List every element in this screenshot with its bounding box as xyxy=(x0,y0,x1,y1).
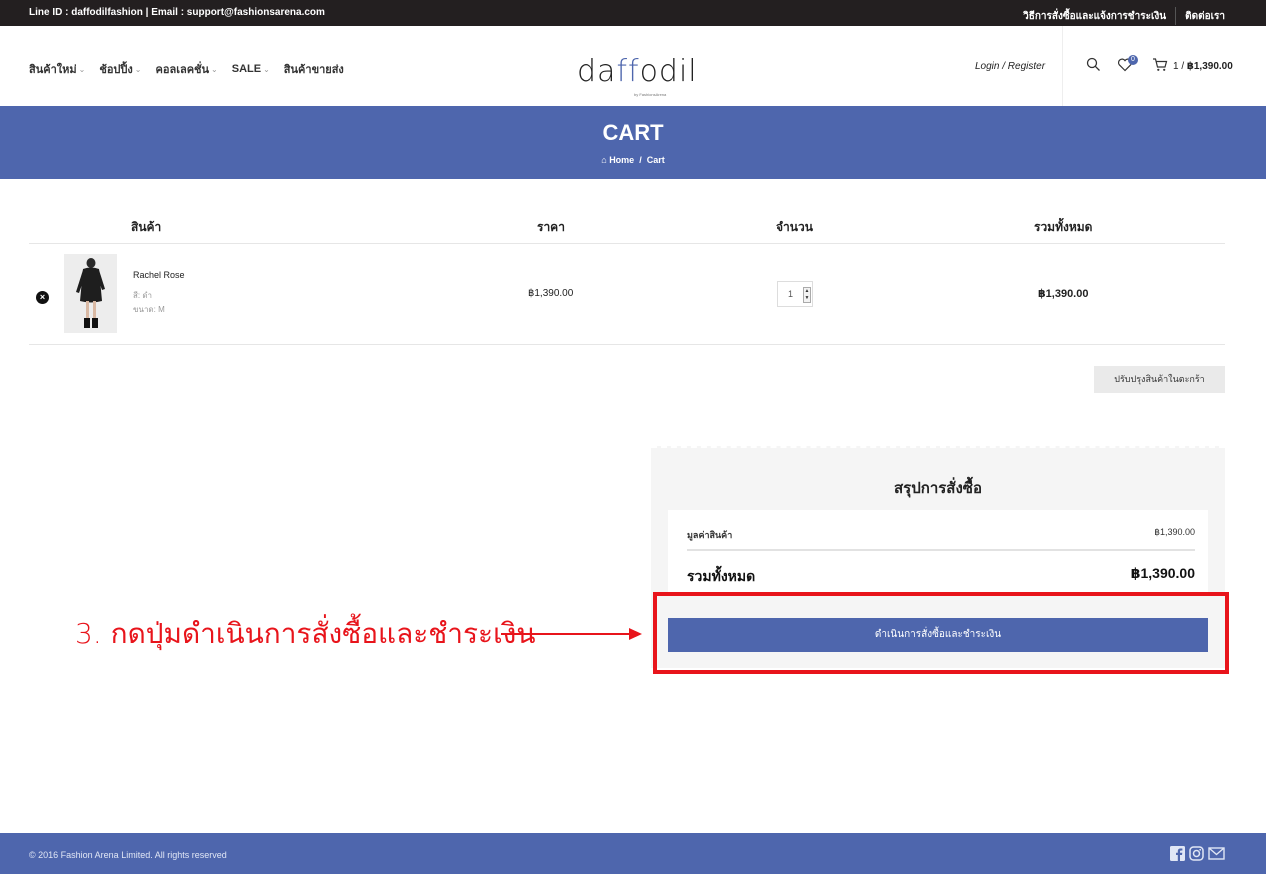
logo-part: ff xyxy=(616,54,640,89)
quantity-value[interactable]: 1 xyxy=(788,289,793,299)
quantity-stepper[interactable]: 1 ▲ ▼ xyxy=(777,281,813,307)
contact-info: Line ID : daffodilfashion | Email : supp… xyxy=(29,7,325,18)
table-row: × Rachel Rose สี: ดำ ขนาด: M ฿1,390.00 1… xyxy=(29,244,1225,345)
grand-total-value: ฿1,390.00 xyxy=(1130,565,1195,581)
logo-part: odil xyxy=(639,54,698,89)
header-total: รวมทั้งหมด xyxy=(1034,220,1093,234)
contact-us-link[interactable]: ติดต่อเรา xyxy=(1185,9,1225,24)
highlight-box xyxy=(653,592,1229,674)
annotation-arrow-line xyxy=(501,633,639,635)
cart-icon[interactable] xyxy=(1152,57,1168,77)
top-bar: Line ID : daffodilfashion | Email : supp… xyxy=(0,0,1266,26)
nav-item-shopping[interactable]: ช้อปปิ้ง ⌄ xyxy=(99,60,141,78)
page-banner: CART ⌂ Home / Cart xyxy=(0,106,1266,179)
product-price: ฿1,390.00 xyxy=(528,288,574,299)
product-size: ขนาด: M xyxy=(133,305,165,314)
summary-title: สรุปการสั่งซื้อ xyxy=(894,480,982,497)
subtotal-row: มูลค่าสินค้า ฿1,390.00 xyxy=(687,510,1195,551)
quantity-spinner[interactable]: ▲ ▼ xyxy=(803,287,811,303)
line-total: ฿1,390.00 xyxy=(1038,288,1089,300)
breadcrumb-current: Cart xyxy=(646,155,665,165)
nav-label: ช้อปปิ้ง xyxy=(99,64,133,76)
breadcrumb-separator: / xyxy=(639,155,642,165)
subtotal-label: มูลค่าสินค้า xyxy=(687,530,733,540)
cart-count: 1 / xyxy=(1173,61,1185,72)
nav-label: คอลเลคชั่น xyxy=(155,64,210,76)
wishlist-count-badge: 0 xyxy=(1128,55,1138,65)
home-icon: ⌂ xyxy=(601,155,607,165)
instagram-icon[interactable] xyxy=(1189,846,1204,866)
remove-item-icon[interactable]: × xyxy=(36,291,49,304)
logo-byline: by FashionsArena xyxy=(634,92,667,97)
chevron-down-icon: ⌄ xyxy=(211,64,218,74)
login-register-link[interactable]: Login / Register xyxy=(975,61,1045,72)
decrement-icon[interactable]: ▼ xyxy=(804,295,810,302)
site-logo[interactable]: daffodil by FashionsArena xyxy=(577,34,697,98)
breadcrumb-home[interactable]: Home xyxy=(609,155,634,165)
nav-label: SALE xyxy=(231,63,262,75)
main-nav: สินค้าใหม่ ⌄ ช้อปปิ้ง ⌄ คอลเลคชั่น ⌄ SALE ⌄ … xyxy=(29,60,358,78)
site-header: สินค้าใหม่ ⌄ ช้อปปิ้ง ⌄ คอลเลคชั่น ⌄ SALE ⌄ … xyxy=(0,26,1266,106)
cart-summary[interactable]: 1 / ฿1,390.00 xyxy=(1173,61,1233,72)
nav-item-new[interactable]: สินค้าใหม่ ⌄ xyxy=(29,60,85,78)
how-to-order-link[interactable]: วิธีการสั่งซื้อและแจ้งการชำระเงิน xyxy=(1023,9,1166,24)
header-price: ราคา xyxy=(537,220,565,234)
product-thumbnail[interactable] xyxy=(64,254,117,333)
nav-item-wholesale[interactable]: สินค้าขายส่ง xyxy=(284,60,344,78)
cart-table-header: สินค้า ราคา จำนวน รวมทั้งหมด xyxy=(29,216,1225,244)
chevron-down-icon: ⌄ xyxy=(78,64,86,74)
arrow-right-icon xyxy=(629,628,642,640)
mail-icon[interactable] xyxy=(1208,846,1225,866)
product-color: สี: ดำ xyxy=(133,291,153,300)
search-icon[interactable] xyxy=(1086,57,1101,77)
nav-label: สินค้าใหม่ xyxy=(29,64,77,76)
instruction-annotation: 3. กดปุ่มดำเนินการสั่งซื้อและชำระเงิน xyxy=(75,617,536,650)
header-quantity: จำนวน xyxy=(776,220,813,234)
divider xyxy=(1175,7,1177,25)
nav-label: สินค้าขายส่ง xyxy=(283,64,344,76)
chevron-down-icon: ⌄ xyxy=(134,64,142,74)
cart-total: ฿1,390.00 xyxy=(1186,61,1233,72)
page-title: CART xyxy=(602,120,664,145)
nav-item-collection[interactable]: คอลเลคชั่น ⌄ xyxy=(155,60,217,78)
logo-wordmark: daffodil xyxy=(577,54,698,89)
chevron-down-icon: ⌄ xyxy=(263,64,270,74)
summary-box: มูลค่าสินค้า ฿1,390.00 รวมทั้งหมด ฿1,390… xyxy=(668,510,1208,592)
site-footer: © 2016 Fashion Arena Limited. All rights… xyxy=(0,833,1266,874)
nav-item-sale[interactable]: SALE ⌄ xyxy=(232,60,270,78)
product-name[interactable]: Rachel Rose xyxy=(133,270,185,280)
subtotal-value: ฿1,390.00 xyxy=(1154,527,1195,537)
logo-part: da xyxy=(577,54,617,89)
update-cart-button[interactable]: ปรับปรุงสินค้าในตะกร้า xyxy=(1094,366,1225,393)
header-product: สินค้า xyxy=(131,220,162,234)
increment-icon[interactable]: ▲ xyxy=(804,288,810,295)
grand-total-label: รวมทั้งหมด xyxy=(687,568,756,584)
facebook-icon[interactable] xyxy=(1170,846,1185,866)
breadcrumb: ⌂ Home / Cart xyxy=(0,155,1266,165)
grand-total-row: รวมทั้งหมด ฿1,390.00 xyxy=(687,558,1195,588)
copyright: © 2016 Fashion Arena Limited. All rights… xyxy=(29,850,227,860)
header-divider xyxy=(1062,26,1063,106)
social-links xyxy=(1170,846,1225,866)
